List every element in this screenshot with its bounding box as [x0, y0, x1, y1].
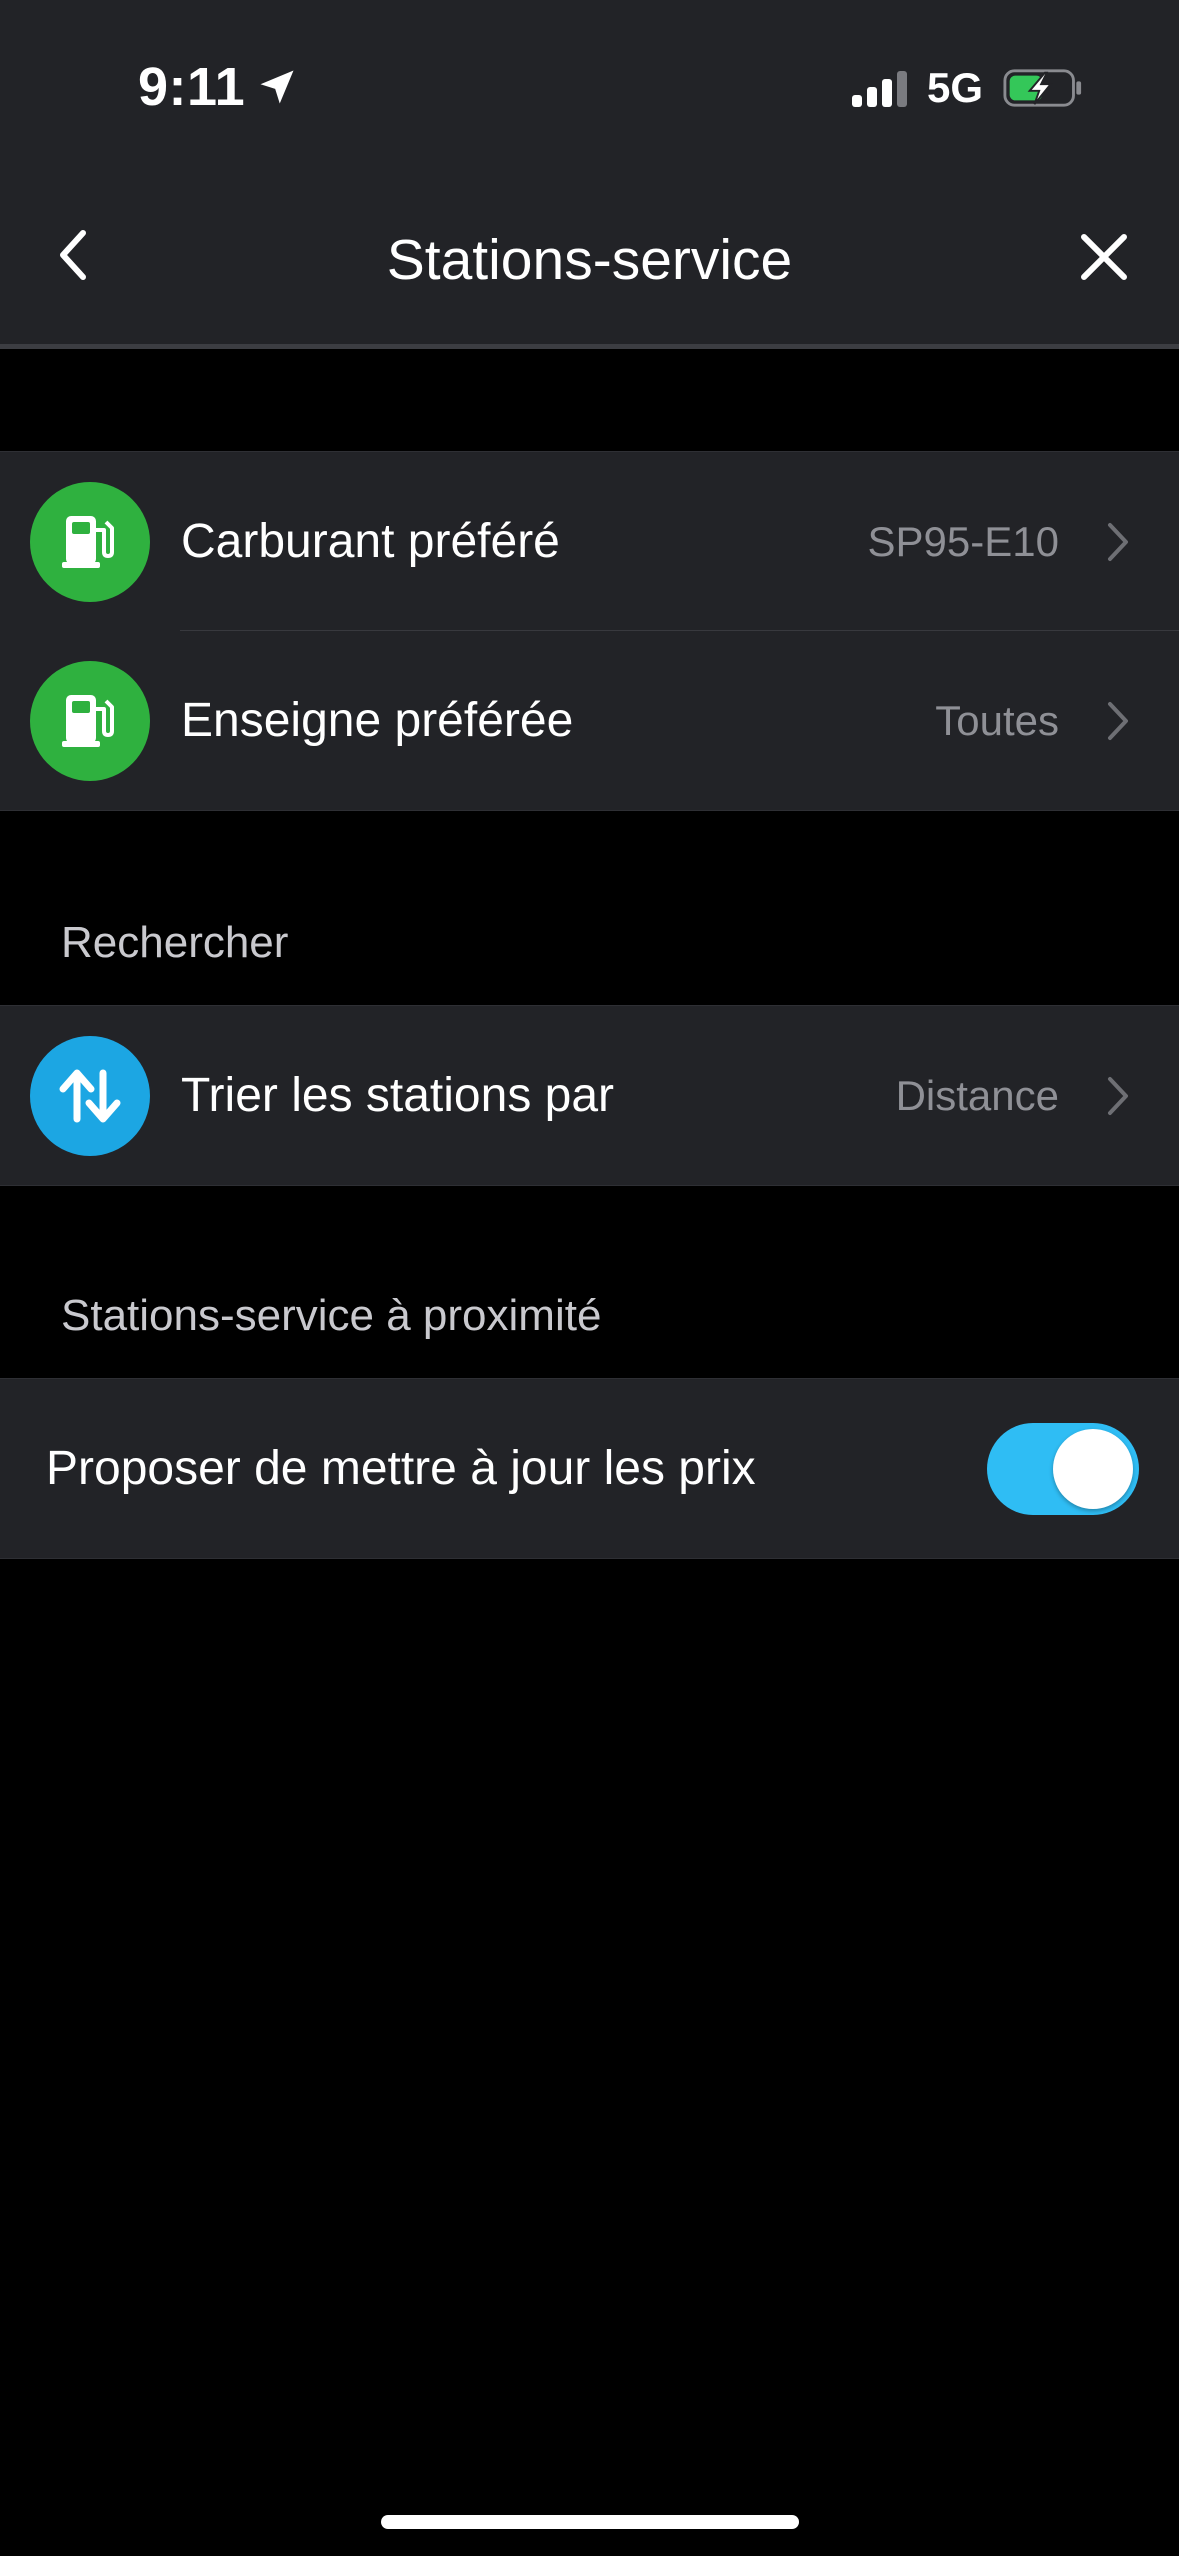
close-icon	[1081, 234, 1127, 280]
home-indicator[interactable]	[381, 2515, 799, 2529]
close-button[interactable]	[1069, 222, 1139, 292]
location-arrow-icon	[260, 70, 294, 104]
carburant-label: Carburant préféré	[181, 515, 560, 568]
preferences-group: Carburant préféré SP95-E10 Enseigne préf…	[0, 451, 1179, 811]
header-area: 9:11 5G Stations-service	[0, 0, 1179, 349]
trier-label: Trier les stations par	[181, 1069, 615, 1122]
status-indicators: 5G	[851, 55, 1083, 120]
search-group: Trier les stations par Distance	[0, 1005, 1179, 1186]
page-title: Stations-service	[386, 228, 793, 292]
update-prices-toggle[interactable]	[987, 1422, 1139, 1515]
status-time: 9:11	[138, 52, 299, 122]
update-prices-label: Proposer de mettre à jour les prix	[46, 1442, 756, 1495]
trier-value: Distance	[895, 1071, 1059, 1119]
network-type: 5G	[926, 63, 983, 111]
chevron-right-icon	[1103, 696, 1133, 746]
sort-arrows-icon	[30, 1035, 150, 1156]
enseigne-value: Toutes	[935, 696, 1059, 744]
section-header-proximite: Stations-service à proximité	[61, 1291, 602, 1340]
list-item-enseigne[interactable]: Enseigne préférée Toutes	[0, 631, 1179, 810]
battery-charging-icon	[1003, 68, 1083, 108]
enseigne-label: Enseigne préférée	[181, 694, 574, 747]
fuel-pump-icon	[30, 660, 150, 781]
status-time-text: 9:11	[138, 57, 246, 117]
fuel-pump-icon	[30, 481, 150, 602]
chevron-right-icon	[1103, 517, 1133, 567]
section-header-rechercher: Rechercher	[61, 918, 289, 967]
chevron-right-icon	[1103, 1071, 1133, 1121]
nearby-group: Proposer de mettre à jour les prix	[0, 1378, 1179, 1559]
cellular-signal-icon	[851, 69, 907, 107]
carburant-value: SP95-E10	[867, 517, 1059, 565]
list-item-update-prices: Proposer de mettre à jour les prix	[0, 1379, 1179, 1558]
list-item-trier[interactable]: Trier les stations par Distance	[0, 1006, 1179, 1185]
screen: 9:11 5G Stations-service Carburant préfé…	[0, 0, 1179, 2556]
toggle-knob	[1053, 1428, 1133, 1509]
list-item-carburant[interactable]: Carburant préféré SP95-E10	[0, 452, 1179, 631]
